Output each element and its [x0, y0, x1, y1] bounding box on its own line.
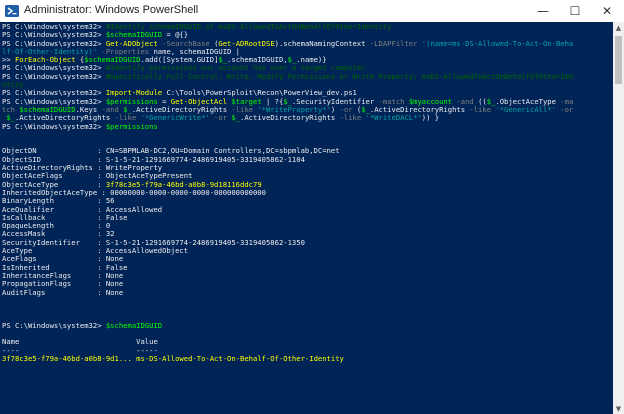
- close-button[interactable]: ✕: [591, 0, 623, 22]
- console-text: $schemaIDGUID: [105, 320, 163, 330]
- console-text: ms-DS-Allowed-To-Act-On-Behalf-Of-Other-…: [136, 353, 344, 363]
- close-icon: ✕: [601, 4, 613, 18]
- console-text: 3f78c3e5-f79a-46bd-a0b8-9d1...: [2, 353, 137, 363]
- console-text: $permissions: [105, 121, 158, 131]
- scroll-thumb[interactable]: [615, 36, 622, 84]
- console-text: -LDAPFilter: [369, 38, 422, 48]
- minimize-icon: —: [537, 4, 549, 18]
- maximize-button[interactable]: ☐: [559, 0, 591, 22]
- console-text: -or: [555, 104, 574, 114]
- console-text: #Specifically Full Control, Write, Modif…: [105, 71, 574, 81]
- console-text: AuditFlags : None: [2, 287, 124, 297]
- console-line: PS C:\Windows\system32> $schemaIDGUID: [2, 320, 573, 330]
- console-text: PS C:\Windows\system32>: [2, 320, 106, 330]
- vertical-scrollbar[interactable]: ▲ ▼: [613, 22, 624, 414]
- console-text: -like: [469, 104, 496, 114]
- console-text: '(name=ms-DS-Allowed-To-Act-On-Beha: [421, 38, 574, 48]
- console-line: PS C:\Windows\system32> #Specifically Fu…: [2, 71, 574, 81]
- console-text: PS C:\Windows\system32>: [2, 121, 106, 131]
- console-text: ).schemaNamingContext: [274, 38, 370, 48]
- maximize-icon: ☐: [569, 4, 581, 18]
- console-text: '*GenericAll*': [495, 104, 556, 114]
- scroll-down-icon[interactable]: ▼: [613, 403, 624, 414]
- console-line: AuditFlags : None: [2, 287, 573, 297]
- console-text: -like: [339, 113, 366, 123]
- minimize-button[interactable]: —: [527, 0, 559, 22]
- scroll-up-icon[interactable]: ▲: [613, 22, 624, 33]
- window-title: Administrator: Windows PowerShell: [24, 4, 199, 16]
- console-text: $_: [231, 113, 241, 123]
- console-text: -or: [209, 113, 232, 123]
- console-output[interactable]: PS C:\Windows\system32> #Identify schema…: [0, 22, 613, 414]
- console-line: 3f78c3e5-f79a-46bd-a0b8-9d1... ms-DS-All…: [2, 353, 573, 363]
- title-bar[interactable]: Administrator: Windows PowerShell — ☐ ✕: [0, 0, 624, 23]
- powershell-icon: [5, 5, 19, 17]
- console-lines: PS C:\Windows\system32> #Identify schema…: [2, 22, 574, 405]
- console-line: PS C:\Windows\system32> $permissions: [2, 121, 573, 131]
- console-text: .ActiveDirectoryRights: [240, 113, 340, 123]
- console-text: '*WriteDACL*': [365, 113, 422, 123]
- console-text: )) }: [421, 113, 440, 123]
